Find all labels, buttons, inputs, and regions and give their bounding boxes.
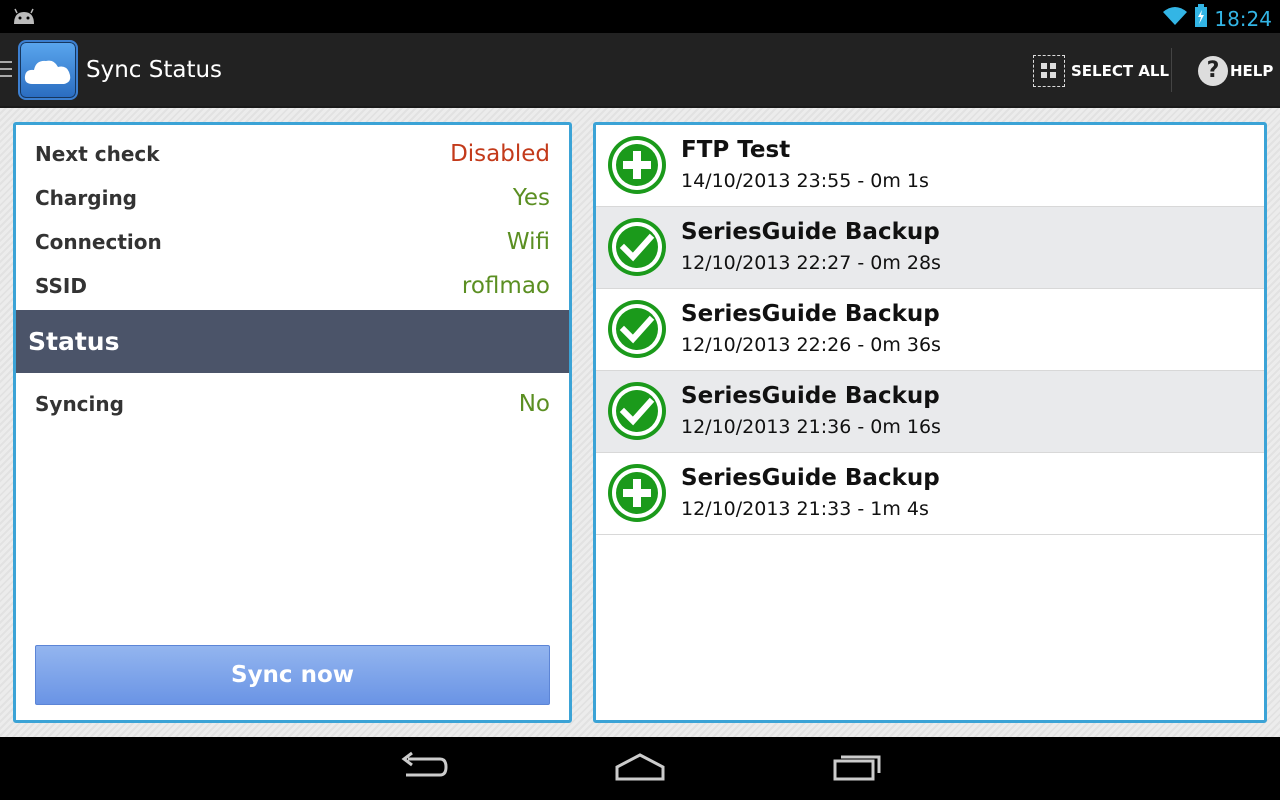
info-label: Connection <box>35 230 162 254</box>
status-bar: 18:24 <box>0 0 1280 33</box>
info-value: No <box>518 391 550 417</box>
plus-icon <box>607 135 667 195</box>
select-all-button[interactable]: SELECT ALL <box>1033 33 1169 108</box>
info-row-syncing: Syncing No <box>35 382 550 426</box>
item-name: SeriesGuide Backup <box>681 383 940 409</box>
item-meta: 14/10/2013 23:55 - 0m 1s <box>681 170 929 192</box>
info-label: Syncing <box>35 392 124 416</box>
action-divider <box>1171 48 1172 92</box>
sync-history-list: FTP Test 14/10/2013 23:55 - 0m 1s Series… <box>593 122 1267 723</box>
action-bar: Sync Status SELECT ALL ? HELP <box>0 33 1280 108</box>
info-value: Wifi <box>506 229 550 255</box>
item-meta: 12/10/2013 22:26 - 0m 36s <box>681 334 941 356</box>
android-icon <box>12 7 36 30</box>
status-info-panel: Next check Disabled Charging Yes Connect… <box>13 122 572 723</box>
info-row-charging: Charging Yes <box>35 176 550 220</box>
content-area: Next check Disabled Charging Yes Connect… <box>0 108 1280 737</box>
home-icon[interactable] <box>615 751 665 788</box>
item-meta: 12/10/2013 21:33 - 1m 4s <box>681 498 929 520</box>
drawer-menu-icon[interactable] <box>0 61 14 84</box>
help-label: HELP <box>1230 61 1274 80</box>
list-item[interactable]: FTP Test 14/10/2013 23:55 - 0m 1s <box>596 125 1264 207</box>
item-name: SeriesGuide Backup <box>681 301 940 327</box>
check-icon <box>607 217 667 277</box>
info-label: Charging <box>35 186 138 210</box>
check-icon <box>607 381 667 441</box>
info-value: Disabled <box>450 141 550 167</box>
battery-charging-icon <box>1194 4 1208 33</box>
info-label: Next check <box>35 142 160 166</box>
select-all-icon <box>1033 54 1065 87</box>
info-value: roflmao <box>461 273 550 299</box>
list-item[interactable]: SeriesGuide Backup 12/10/2013 22:27 - 0m… <box>596 207 1264 289</box>
info-label: SSID <box>35 274 87 298</box>
select-all-label: SELECT ALL <box>1071 61 1170 80</box>
back-icon[interactable] <box>400 751 448 788</box>
help-icon: ? <box>1198 55 1228 86</box>
status-section-header: Status <box>16 310 569 373</box>
app-cloud-icon[interactable] <box>18 40 78 100</box>
info-value: Yes <box>512 185 550 211</box>
page-title: Sync Status <box>86 57 223 83</box>
info-row-next-check: Next check Disabled <box>35 132 550 176</box>
sync-now-button[interactable]: Sync now <box>35 645 550 705</box>
item-name: SeriesGuide Backup <box>681 465 940 491</box>
info-row-ssid: SSID roflmao <box>35 264 550 308</box>
clock: 18:24 <box>1214 6 1272 31</box>
help-button[interactable]: ? HELP <box>1198 33 1273 108</box>
info-row-connection: Connection Wifi <box>35 220 550 264</box>
item-meta: 12/10/2013 22:27 - 0m 28s <box>681 252 941 274</box>
recents-icon[interactable] <box>833 751 883 788</box>
item-name: FTP Test <box>681 137 791 163</box>
navigation-bar <box>0 737 1280 800</box>
check-icon <box>607 299 667 359</box>
wifi-icon <box>1162 5 1188 32</box>
list-item[interactable]: SeriesGuide Backup 12/10/2013 21:36 - 0m… <box>596 371 1264 453</box>
list-item[interactable]: SeriesGuide Backup 12/10/2013 21:33 - 1m… <box>596 453 1264 535</box>
item-name: SeriesGuide Backup <box>681 219 940 245</box>
item-meta: 12/10/2013 21:36 - 0m 16s <box>681 416 941 438</box>
list-item[interactable]: SeriesGuide Backup 12/10/2013 22:26 - 0m… <box>596 289 1264 371</box>
plus-icon <box>607 463 667 523</box>
